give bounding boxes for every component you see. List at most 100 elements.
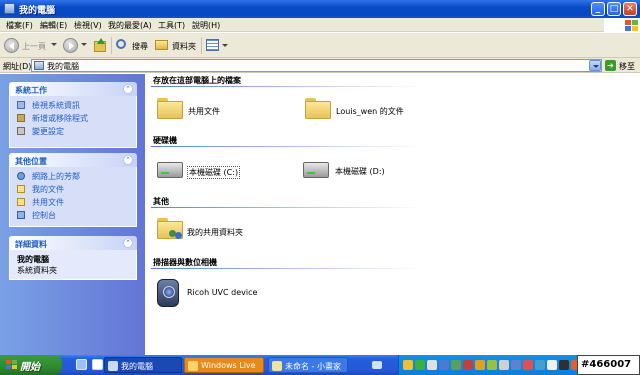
- tray-icon[interactable]: [535, 360, 545, 370]
- group-divider: [151, 268, 421, 269]
- close-button[interactable]: ✕: [623, 2, 637, 16]
- minimize-button[interactable]: _: [591, 2, 605, 16]
- item-label: 共用文件: [188, 107, 220, 116]
- folder-item[interactable]: Louis_wen 的文件: [305, 96, 455, 124]
- taskbar-item-my-computer[interactable]: 我的電腦: [104, 357, 182, 373]
- up-folder-button[interactable]: [92, 38, 107, 53]
- folder-item[interactable]: 共用文件: [157, 96, 297, 124]
- collapse-chevron-icon[interactable]: ⌃: [123, 238, 133, 248]
- forward-arrow-icon: [63, 38, 78, 53]
- other-places-panel: 其他位置 ⌃ 網路上的芳鄰 我的文件 共用文件 控制台: [9, 153, 137, 227]
- hard-drive-icon: [303, 162, 329, 178]
- menu-favorites[interactable]: 我的最愛(A): [108, 20, 152, 31]
- tray-icon[interactable]: [547, 360, 557, 370]
- group-header: 其他: [153, 197, 169, 206]
- quick-launch-icon[interactable]: [92, 359, 103, 370]
- tray-icon[interactable]: [427, 360, 437, 370]
- taskbar-item-label: Windows Live: [201, 361, 256, 370]
- panel-title: 其他位置: [15, 157, 47, 166]
- panel-header[interactable]: 詳細資料 ⌃: [9, 236, 137, 250]
- menu-help[interactable]: 說明(H): [192, 20, 220, 31]
- address-field[interactable]: 我的電腦: [31, 59, 602, 72]
- menu-view[interactable]: 檢視(V): [74, 20, 102, 31]
- camera-item[interactable]: Ricoh UVC device: [157, 277, 297, 309]
- item-label: Louis_wen 的文件: [336, 107, 404, 116]
- folder-icon: [157, 98, 183, 119]
- go-arrow-icon: ➔: [605, 60, 616, 71]
- go-button[interactable]: ➔ 移至: [605, 60, 638, 71]
- back-label: 上一頁: [22, 42, 46, 51]
- go-label: 移至: [619, 62, 635, 71]
- folders-button[interactable]: 資料夾: [154, 37, 200, 54]
- details-name: 我的電腦: [17, 255, 49, 264]
- drive-item[interactable]: 本機磁碟 (D:): [303, 158, 443, 182]
- tray-expand-icon[interactable]: [372, 361, 382, 369]
- tray-icon[interactable]: [487, 360, 497, 370]
- windows-logo-icon: [6, 360, 17, 370]
- task-link[interactable]: 新增或移除程式: [32, 113, 88, 124]
- toolbar-separator: [201, 37, 202, 54]
- tray-icon[interactable]: [559, 360, 569, 370]
- search-button[interactable]: 搜尋: [115, 37, 151, 54]
- shared-folder-item[interactable]: 我的共用資料夾: [157, 216, 297, 246]
- address-bar: 網址(D) 我的電腦 ➔ 移至: [0, 58, 640, 73]
- webcam-icon: [157, 279, 179, 307]
- item-label: Ricoh UVC device: [187, 288, 258, 297]
- panel-title: 詳細資料: [15, 240, 47, 249]
- place-link[interactable]: 共用文件: [32, 197, 64, 208]
- panel-header[interactable]: 系統工作 ⌃: [9, 82, 137, 96]
- address-dropdown-button[interactable]: [589, 60, 601, 71]
- panel-header[interactable]: 其他位置 ⌃: [9, 153, 137, 167]
- place-link[interactable]: 控制台: [32, 210, 56, 221]
- panel-body: 檢視系統資訊 新增或移除程式 變更設定: [9, 96, 137, 148]
- file-list-view[interactable]: 存放在這部電腦上的檔案 共用文件 Louis_wen 的文件 硬碟機 本機磁碟 …: [145, 74, 640, 355]
- collapse-chevron-icon[interactable]: ⌃: [123, 84, 133, 94]
- tray-icon[interactable]: [523, 360, 533, 370]
- tray-icon[interactable]: [451, 360, 461, 370]
- task-link[interactable]: 變更設定: [32, 126, 64, 137]
- views-button[interactable]: [205, 38, 228, 53]
- search-label: 搜尋: [132, 42, 148, 51]
- place-link[interactable]: 我的文件: [32, 184, 64, 195]
- menu-tools[interactable]: 工具(T): [158, 20, 185, 31]
- documents-icon: [17, 185, 25, 193]
- collapse-chevron-icon[interactable]: ⌃: [123, 155, 133, 165]
- toolbar-separator: [111, 37, 112, 54]
- tray-icon[interactable]: [475, 360, 485, 370]
- start-button[interactable]: 開始: [0, 355, 62, 375]
- computer-icon: [4, 3, 15, 14]
- item-label: 本機磁碟 (C:): [187, 166, 241, 179]
- menu-file[interactable]: 檔案(F): [6, 20, 33, 31]
- chevron-down-icon[interactable]: [51, 43, 57, 46]
- window-title: 我的電腦: [19, 6, 56, 16]
- taskbar-item-paint[interactable]: 未命名 - 小畫家: [268, 357, 348, 373]
- address-label: 網址(D): [3, 62, 32, 71]
- folder-icon: [305, 98, 331, 119]
- messenger-icon: [188, 361, 198, 371]
- task-link[interactable]: 檢視系統資訊: [32, 100, 80, 111]
- taskbar: 開始 我的電腦 Windows Live 未命名 - 小畫家: [0, 355, 640, 375]
- settings-icon: [17, 127, 25, 135]
- panel-body: 網路上的芳鄰 我的文件 共用文件 控制台: [9, 167, 137, 227]
- tray-icon[interactable]: [403, 360, 413, 370]
- title-bar[interactable]: 我的電腦 _ □ ✕: [0, 0, 640, 18]
- menu-edit[interactable]: 編輯(E): [40, 20, 67, 31]
- task-pane: 系統工作 ⌃ 檢視系統資訊 新增或移除程式 變更設定 其他位置 ⌃ 網路上的芳鄰: [0, 74, 145, 355]
- system-info-icon: [17, 101, 25, 109]
- tray-icon[interactable]: [511, 360, 521, 370]
- bluetooth-icon[interactable]: [439, 360, 449, 370]
- views-icon: [206, 39, 219, 51]
- drive-item[interactable]: 本機磁碟 (C:): [157, 158, 297, 182]
- maximize-button[interactable]: □: [607, 2, 621, 16]
- people-icon: [169, 228, 183, 240]
- tray-icon[interactable]: [463, 360, 473, 370]
- chevron-down-icon[interactable]: [81, 43, 87, 46]
- taskbar-item-windows-live[interactable]: Windows Live: [184, 357, 264, 373]
- show-desktop-icon[interactable]: [76, 359, 87, 370]
- tray-icon[interactable]: [415, 360, 425, 370]
- group-divider: [151, 207, 421, 208]
- place-link[interactable]: 網路上的芳鄰: [32, 171, 80, 182]
- details-type: 系統資料夾: [17, 266, 57, 275]
- tray-icon[interactable]: [499, 360, 509, 370]
- folder-icon: [155, 40, 168, 50]
